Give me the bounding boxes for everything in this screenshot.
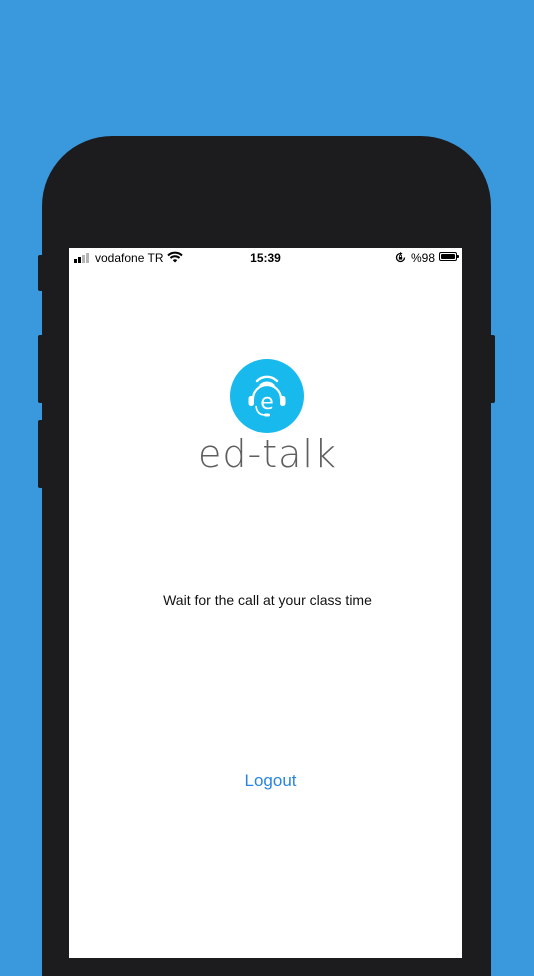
- wait-message: Wait for the call at your class time: [163, 592, 372, 608]
- rotation-lock-icon: [395, 252, 406, 263]
- svg-text:e: e: [260, 390, 274, 415]
- mute-switch: [38, 255, 44, 291]
- app-screen: vodafone TR 15:39 %98 e ed-talk Wait for…: [69, 248, 462, 958]
- battery-icon: [439, 252, 459, 261]
- status-bar: vodafone TR 15:39 %98: [69, 248, 462, 268]
- brand-name: ed-talk: [198, 432, 337, 476]
- ed-talk-logo-icon: e: [230, 359, 304, 433]
- power-button: [489, 335, 495, 403]
- volume-up-button: [38, 335, 44, 403]
- volume-down-button: [38, 420, 44, 488]
- logout-button[interactable]: Logout: [69, 771, 462, 791]
- battery-percentage: %98: [411, 251, 436, 265]
